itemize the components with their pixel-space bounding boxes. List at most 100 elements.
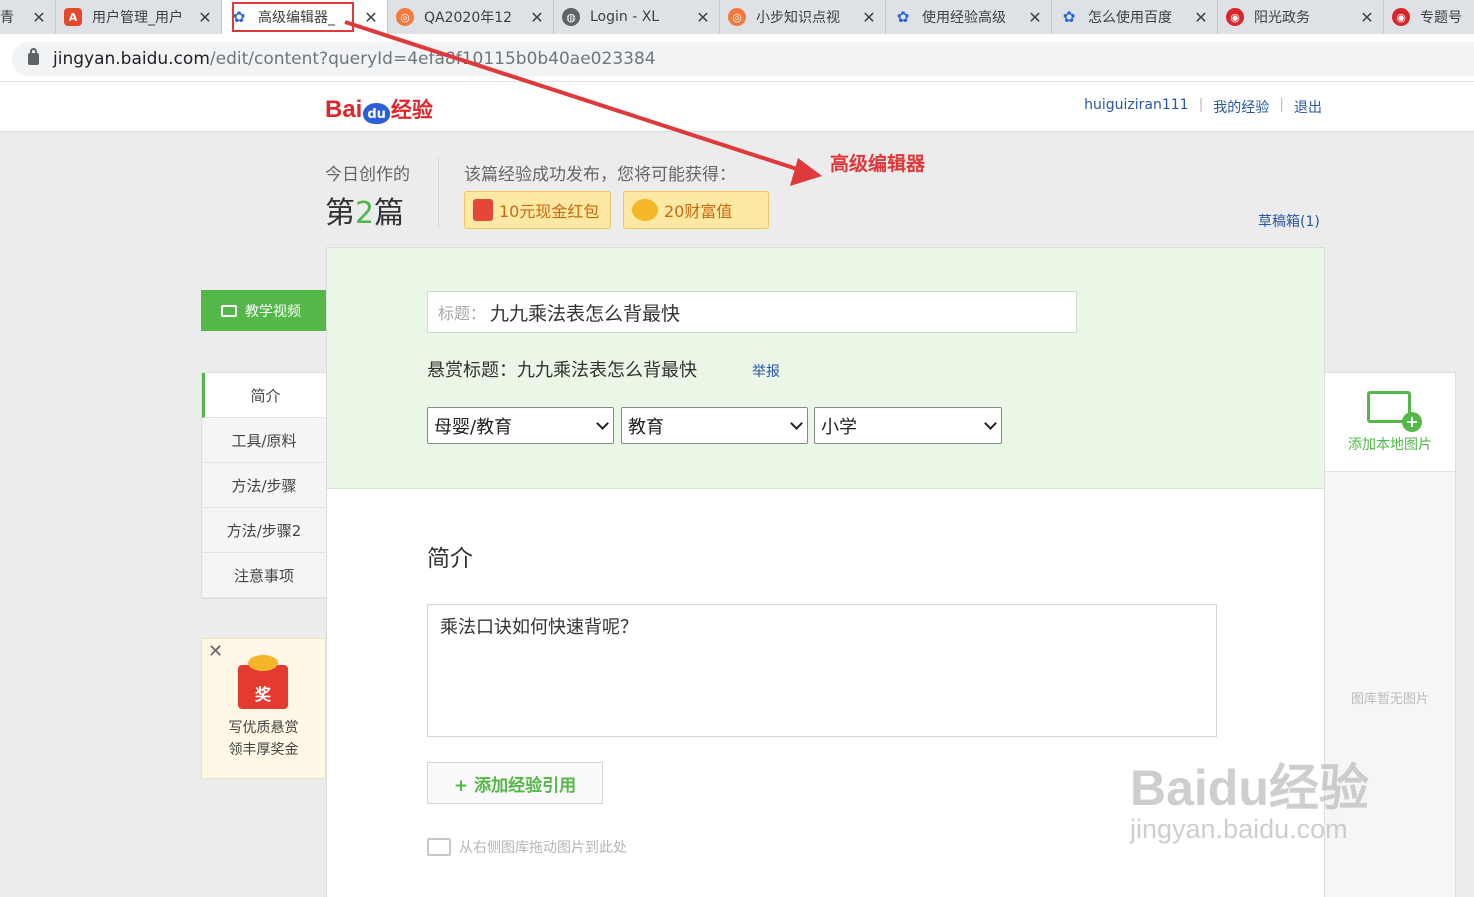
nav-item-notes[interactable]: 注意事项 bbox=[202, 553, 326, 598]
tab-title: 使用经验高级 bbox=[922, 10, 1006, 26]
tab-close-icon[interactable]: ✕ bbox=[31, 8, 47, 27]
nav-item-intro[interactable]: 简介 bbox=[202, 373, 326, 418]
browser-tab[interactable]: ◉ 专题号 bbox=[1384, 0, 1474, 34]
tab-close-icon[interactable]: ✕ bbox=[1193, 8, 1209, 27]
my-jingyan-link[interactable]: 我的经验 bbox=[1213, 97, 1269, 117]
baidu-paw-icon: ✿ bbox=[896, 8, 910, 26]
browser-tab[interactable]: ◎ QA2020年12 ✕ bbox=[388, 0, 554, 34]
tab-close-icon[interactable]: ✕ bbox=[695, 8, 711, 27]
promo-line: 领丰厚奖金 bbox=[228, 742, 299, 758]
teaching-video-label: 教学视频 bbox=[245, 303, 301, 320]
category-select-1[interactable]: 母婴/教育 bbox=[427, 407, 614, 444]
browser-tab[interactable]: 青 ✕ bbox=[0, 0, 56, 34]
address-bar: jingyan.baidu.com/edit/content?queryId=4… bbox=[0, 34, 1474, 82]
promo-text: 写优质悬赏 领丰厚奖金 bbox=[202, 717, 325, 761]
watermark-logo: Baidu经验 bbox=[1130, 760, 1369, 816]
add-local-image-label: 添加本地图片 bbox=[1348, 437, 1432, 453]
annotation-highlight-box bbox=[232, 2, 354, 32]
wealth-reward-label: 20财富值 bbox=[664, 202, 733, 221]
tab-close-icon[interactable]: ✕ bbox=[197, 8, 213, 27]
cash-reward-badge: 10元现金红包 bbox=[464, 191, 611, 229]
drafts-link[interactable]: 草稿箱(1) bbox=[1258, 211, 1320, 231]
tab-close-icon[interactable]: ✕ bbox=[529, 8, 545, 27]
chevron-down-icon bbox=[790, 416, 803, 430]
a-app-icon: A bbox=[64, 8, 82, 26]
logo-du: du bbox=[363, 103, 390, 124]
add-image-icon bbox=[1367, 391, 1422, 432]
user-links: huiguiziran111 | 我的经验 | 退出 bbox=[1084, 97, 1322, 117]
annotation-label: 高级编辑器 bbox=[830, 153, 926, 175]
category-2-value: 教育 bbox=[628, 416, 664, 438]
baidu-jingyan-logo[interactable]: Bai du 经验 bbox=[325, 88, 433, 124]
username-link[interactable]: huiguiziran111 bbox=[1084, 97, 1188, 117]
close-icon[interactable]: ✕ bbox=[208, 641, 223, 662]
tab-title: 小步知识点视 bbox=[756, 10, 840, 26]
add-reference-button[interactable]: + 添加经验引用 bbox=[427, 762, 603, 804]
tab-title: 专题号 bbox=[1420, 10, 1462, 26]
section-title: 简介 bbox=[427, 546, 473, 572]
tab-close-icon[interactable]: ✕ bbox=[1359, 8, 1375, 27]
tab-title: Login - XL bbox=[590, 9, 660, 25]
divider bbox=[438, 158, 439, 228]
browser-tab[interactable]: ◍ Login - XL ✕ bbox=[554, 0, 720, 34]
red-envelope-icon bbox=[473, 199, 493, 221]
image-icon bbox=[427, 838, 451, 856]
drag-hint: 从右侧图库拖动图片到此处 bbox=[427, 837, 627, 857]
red-gov-icon: ◉ bbox=[1392, 8, 1410, 26]
url-path: /edit/content?queryId=4efa8f10115b0b40ae… bbox=[209, 49, 656, 69]
wealth-reward-badge: 20财富值 bbox=[623, 191, 769, 229]
tab-title: QA2020年12 bbox=[424, 10, 513, 26]
browser-tab[interactable]: ◉ 阳光政务 ✕ bbox=[1218, 0, 1384, 34]
category-3-value: 小学 bbox=[821, 416, 857, 438]
nav-item-steps[interactable]: 方法/步骤 bbox=[202, 463, 326, 508]
today-label: 今日创作的 bbox=[325, 165, 410, 185]
intro-textarea[interactable]: 乘法口诀如何快速背呢？ bbox=[427, 604, 1217, 737]
nav-item-tools[interactable]: 工具/原料 bbox=[202, 418, 326, 463]
lock-icon bbox=[28, 48, 39, 65]
logo-jingyan: 经验 bbox=[390, 98, 433, 122]
browser-tab[interactable]: ✿ 怎么使用百度 ✕ bbox=[1052, 0, 1218, 34]
count-suffix: 篇 bbox=[374, 196, 405, 231]
baidu-paw-icon: ✿ bbox=[1062, 8, 1076, 26]
cash-reward-label: 10元现金红包 bbox=[499, 202, 600, 221]
site-header: Bai du 经验 huiguiziran111 | 我的经验 | 退出 bbox=[0, 82, 1474, 132]
today-count: 第2篇 bbox=[325, 188, 404, 232]
category-select-2[interactable]: 教育 bbox=[621, 407, 808, 444]
browser-tab[interactable]: A 用户管理_用户 ✕ bbox=[56, 0, 222, 34]
category-select-3[interactable]: 小学 bbox=[814, 407, 1002, 444]
title-value: 九九乘法表怎么背最快 bbox=[490, 302, 681, 325]
orange-app-icon: ◎ bbox=[728, 8, 746, 26]
coin-icon bbox=[632, 199, 658, 221]
reward-envelope-icon: 奖 bbox=[238, 655, 288, 709]
title-input[interactable]: 标题： 九九乘法表怎么背最快 bbox=[427, 291, 1077, 333]
tab-close-icon[interactable]: ✕ bbox=[861, 8, 877, 27]
bounty-promo[interactable]: ✕ 奖 写优质悬赏 领丰厚奖金 bbox=[201, 638, 326, 779]
browser-tab[interactable]: ✿ 使用经验高级 ✕ bbox=[886, 0, 1052, 34]
logo-bai: Bai bbox=[325, 96, 363, 123]
baidu-watermark: Baidu经验 jingyan.baidu.com bbox=[1130, 748, 1400, 845]
tab-title: 用户管理_用户 bbox=[92, 10, 183, 26]
teaching-video-button[interactable]: 教学视频 bbox=[201, 290, 326, 331]
nav-item-steps2[interactable]: 方法/步骤2 bbox=[202, 508, 326, 553]
url-field[interactable]: jingyan.baidu.com/edit/content?queryId=4… bbox=[12, 42, 1474, 76]
library-empty-text: 图库暂无图片 bbox=[1350, 692, 1429, 707]
tab-title: 青 bbox=[0, 10, 14, 26]
count-prefix: 第 bbox=[325, 196, 355, 231]
report-link[interactable]: 举报 bbox=[752, 361, 780, 381]
tab-close-icon[interactable]: ✕ bbox=[363, 8, 379, 27]
separator: | bbox=[1279, 97, 1284, 113]
browser-tab-strip: 青 ✕ A 用户管理_用户 ✕ ✿ 高级编辑器_ ✕ ◎ QA2020年12 ✕… bbox=[0, 0, 1474, 34]
editor-meta-area: 标题： 九九乘法表怎么背最快 悬赏标题：九九乘法表怎么背最快 举报 母婴/教育 … bbox=[327, 248, 1324, 489]
add-local-image-button[interactable]: 添加本地图片 bbox=[1325, 373, 1455, 472]
tab-close-icon[interactable]: ✕ bbox=[1027, 8, 1043, 27]
red-gov-icon: ◉ bbox=[1226, 8, 1244, 26]
reward-title: 该篇经验成功发布，您将可能获得： bbox=[464, 165, 736, 185]
section-nav: 简介 工具/原料 方法/步骤 方法/步骤2 注意事项 bbox=[201, 372, 326, 599]
logout-link[interactable]: 退出 bbox=[1294, 97, 1322, 117]
category-1-value: 母婴/教育 bbox=[434, 416, 513, 438]
promo-line: 写优质悬赏 bbox=[228, 720, 299, 736]
bounty-title: 悬赏标题：九九乘法表怎么背最快 bbox=[427, 360, 697, 381]
url-host: jingyan.baidu.com bbox=[53, 49, 210, 69]
browser-tab[interactable]: ◎ 小步知识点视 ✕ bbox=[720, 0, 886, 34]
title-label: 标题： bbox=[438, 304, 487, 323]
